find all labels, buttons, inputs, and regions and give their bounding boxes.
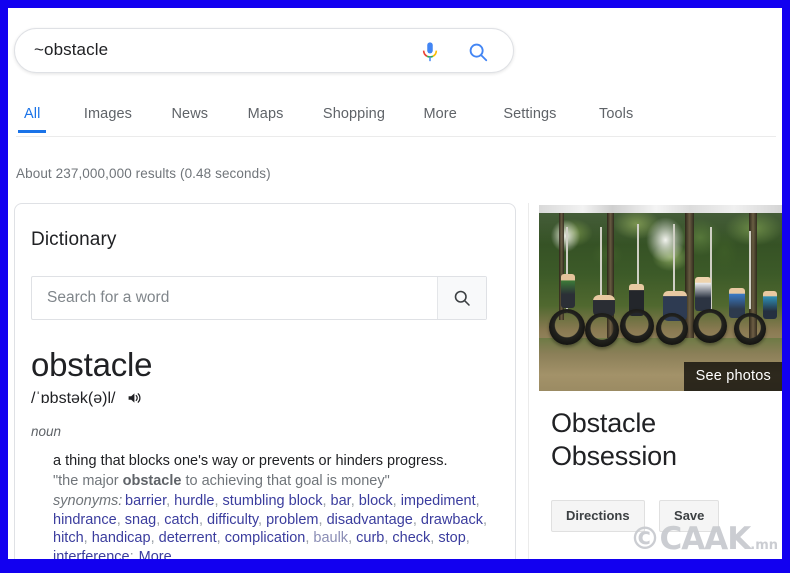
dictionary-search-button[interactable] bbox=[437, 277, 486, 319]
synonym-separator: , bbox=[322, 493, 331, 509]
example-prefix: "the major bbox=[53, 473, 123, 489]
speaker-icon[interactable] bbox=[127, 390, 143, 406]
synonym-link[interactable]: stop bbox=[438, 530, 465, 546]
photo-child bbox=[560, 273, 575, 308]
knowledge-panel-title: Obstacle Obsession bbox=[551, 408, 677, 471]
synonym-link[interactable]: stumbling block bbox=[223, 493, 323, 509]
synonym-separator: , bbox=[348, 530, 357, 546]
synonym-link[interactable]: baulk bbox=[313, 530, 348, 546]
synonyms-block: synonyms: barrier, hurdle, stumbling blo… bbox=[53, 492, 503, 559]
microphone-icon[interactable] bbox=[419, 40, 441, 64]
tab-news[interactable]: News bbox=[171, 106, 208, 133]
dictionary-search-box[interactable] bbox=[31, 276, 487, 320]
knowledge-panel-actions: Directions Save bbox=[551, 500, 729, 532]
synonym-separator: , bbox=[83, 530, 92, 546]
synonym-link[interactable]: hurdle bbox=[174, 493, 214, 509]
synonym-separator: , bbox=[116, 511, 125, 528]
dictionary-word: obstacle bbox=[31, 346, 153, 383]
synonym-link[interactable]: interference bbox=[53, 549, 130, 560]
photo-tire-swing bbox=[548, 309, 585, 346]
synonym-link[interactable]: impediment bbox=[401, 493, 476, 509]
pronunciation-row: /ˈɒbstək(ə)l/ bbox=[31, 390, 143, 412]
synonym-separator: , bbox=[166, 493, 175, 509]
example-suffix: to achieving that goal is money" bbox=[181, 473, 390, 489]
synonyms-more-link[interactable]: More bbox=[139, 549, 172, 560]
definition-text: a thing that blocks one's way or prevent… bbox=[53, 453, 448, 469]
synonym-link[interactable]: curb bbox=[356, 530, 384, 546]
dictionary-sense-block: a thing that blocks one's way or prevent… bbox=[53, 452, 503, 559]
photo-child bbox=[763, 291, 778, 320]
synonym-link[interactable]: snag bbox=[125, 512, 156, 528]
synonym-link[interactable]: problem bbox=[266, 512, 318, 528]
photo-tire-swing bbox=[619, 309, 654, 344]
part-of-speech: noun bbox=[31, 424, 62, 439]
synonym-separator: , bbox=[216, 530, 225, 546]
synonym-link[interactable]: block bbox=[359, 493, 393, 509]
photo-child bbox=[695, 277, 712, 312]
knowledge-panel-photo[interactable]: See photos bbox=[539, 205, 782, 391]
synonym-separator: , bbox=[214, 493, 223, 509]
tab-more[interactable]: More bbox=[423, 106, 456, 133]
example-sentence: "the major obstacle to achieving that go… bbox=[53, 472, 503, 491]
synonym-link[interactable]: complication bbox=[225, 530, 306, 546]
tab-tools[interactable]: Tools bbox=[599, 106, 633, 133]
result-stats: About 237,000,000 results (0.48 seconds) bbox=[16, 166, 271, 181]
synonym-link[interactable]: check bbox=[392, 530, 430, 546]
synonym-link[interactable]: catch bbox=[164, 512, 199, 528]
synonym-link[interactable]: hindrance bbox=[53, 512, 117, 528]
photo-tire-swing bbox=[656, 312, 689, 345]
photo-frame: See photos bbox=[539, 213, 782, 391]
dictionary-search-input[interactable] bbox=[47, 289, 417, 307]
photo-tire-swing bbox=[692, 309, 727, 344]
tab-maps[interactable]: Maps bbox=[248, 106, 284, 133]
photo-top-strip bbox=[539, 205, 782, 213]
search-input-box[interactable]: ~obstacle bbox=[14, 28, 514, 73]
photo-tire-swing bbox=[734, 312, 767, 345]
tab-images[interactable]: Images bbox=[84, 106, 132, 133]
tab-shopping[interactable]: Shopping bbox=[323, 106, 385, 133]
search-vertical-tabs: All Images News Maps Shopping More Setti… bbox=[16, 105, 776, 137]
photo-sky-gap bbox=[646, 216, 686, 263]
search-icon[interactable] bbox=[467, 41, 489, 63]
synonym-separator: , bbox=[350, 493, 359, 509]
phonetic-transcription: /ˈɒbstək(ə)l/ bbox=[31, 390, 116, 407]
synonym-link[interactable]: barrier bbox=[125, 493, 166, 509]
synonym-separator: , bbox=[318, 511, 327, 528]
synonym-separator: , bbox=[392, 493, 401, 509]
save-button[interactable]: Save bbox=[659, 500, 720, 532]
tab-settings[interactable]: Settings bbox=[503, 106, 556, 133]
synonym-link[interactable]: drawback bbox=[421, 512, 483, 528]
synonym-separator: , bbox=[258, 511, 267, 528]
synonym-link[interactable]: hitch bbox=[53, 530, 84, 546]
tab-all[interactable]: All bbox=[17, 106, 48, 133]
blue-border-frame: ~obstacle All Images News Maps Shopping … bbox=[0, 0, 790, 573]
directions-button[interactable]: Directions bbox=[551, 500, 645, 532]
synonyms-label: synonyms: bbox=[53, 493, 123, 509]
synonym-link[interactable]: bar bbox=[331, 493, 351, 509]
search-query-text[interactable]: ~obstacle bbox=[34, 40, 108, 60]
photo-tire-swing bbox=[585, 312, 620, 347]
synonym-separator: , bbox=[150, 530, 159, 546]
knowledge-panel: See photos Obstacle Obsession Directions… bbox=[528, 203, 782, 559]
google-search-results-page: ~obstacle All Images News Maps Shopping … bbox=[8, 8, 782, 559]
synonym-separator: , bbox=[412, 511, 421, 528]
dictionary-card-title: Dictionary bbox=[31, 229, 117, 250]
photo-swing-rope bbox=[748, 230, 751, 310]
synonym-link[interactable]: handicap bbox=[92, 530, 151, 546]
dictionary-card: Dictionary obstacle /ˈɒbstək(ə)l/ bbox=[14, 203, 516, 559]
synonym-link[interactable]: deterrent bbox=[159, 530, 217, 546]
synonym-separator: , bbox=[482, 511, 487, 528]
search-bar-container: ~obstacle bbox=[14, 28, 516, 75]
synonym-separator: ; bbox=[129, 548, 134, 560]
see-photos-button[interactable]: See photos bbox=[683, 362, 782, 391]
synonym-separator: , bbox=[198, 511, 207, 528]
synonym-link[interactable]: difficulty bbox=[207, 512, 258, 528]
tabs-divider bbox=[16, 136, 776, 137]
synonym-separator: , bbox=[465, 530, 470, 546]
synonym-link[interactable]: disadvantage bbox=[327, 512, 413, 528]
example-keyword: obstacle bbox=[122, 473, 182, 489]
synonym-separator: , bbox=[475, 493, 480, 509]
photo-swing-rope bbox=[673, 223, 676, 302]
